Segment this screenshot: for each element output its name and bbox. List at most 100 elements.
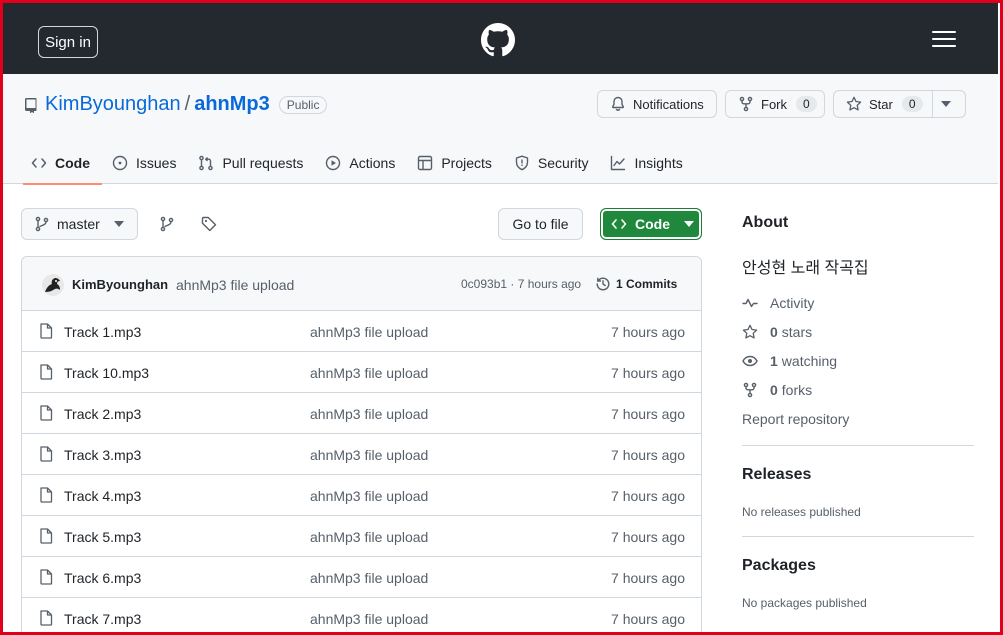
commit-message-link[interactable]: ahnMp3 file upload xyxy=(176,277,294,293)
fork-button[interactable]: Fork 0 xyxy=(725,90,825,118)
menu-hamburger-icon[interactable] xyxy=(932,31,956,49)
github-logo-icon[interactable] xyxy=(481,23,515,57)
file-commit-message-link[interactable]: ahnMp3 file upload xyxy=(310,488,428,504)
go-to-file-button[interactable]: Go to file xyxy=(498,208,583,240)
notifications-button[interactable]: Notifications xyxy=(597,90,717,118)
history-icon xyxy=(596,277,610,291)
pulse-icon xyxy=(742,298,758,308)
code-icon xyxy=(611,219,627,229)
tab-pull-requests[interactable]: Pull requests xyxy=(190,142,315,184)
table-row[interactable]: Track 2.mp3 ahnMp3 file upload 7 hours ago xyxy=(22,393,701,434)
tab-actions[interactable]: Actions xyxy=(317,142,407,184)
code-dropdown-button[interactable]: Code xyxy=(600,208,702,240)
report-repository-link[interactable]: Report repository xyxy=(742,411,849,427)
commits-count-label: 1 Commits xyxy=(616,277,678,291)
file-icon xyxy=(40,610,53,626)
avatar[interactable] xyxy=(42,274,64,296)
file-name-link[interactable]: Track 10.mp3 xyxy=(64,365,149,381)
commit-author-link[interactable]: KimByounghan xyxy=(72,277,168,292)
star-button[interactable]: Star 0 xyxy=(833,90,966,118)
repo-description: 안성현 노래 작곡집 xyxy=(742,260,869,277)
file-icon xyxy=(40,487,53,503)
file-name-link[interactable]: Track 7.mp3 xyxy=(64,611,141,627)
table-row[interactable]: Track 7.mp3 ahnMp3 file upload 7 hours ago xyxy=(22,598,701,634)
file-commit-message-link[interactable]: ahnMp3 file upload xyxy=(310,611,428,627)
releases-title[interactable]: Releases xyxy=(742,466,811,484)
packages-empty-text: No packages published xyxy=(742,596,867,610)
file-name-link[interactable]: Track 1.mp3 xyxy=(64,324,141,340)
repository-header: KimByounghan / ahnMp3 Public Notificatio… xyxy=(3,74,998,185)
repo-nav-tabs: Code Issues Pull requests Actions Projec… xyxy=(23,142,697,185)
table-row[interactable]: Track 3.mp3 ahnMp3 file upload 7 hours ago xyxy=(22,434,701,475)
file-commit-time: 7 hours ago xyxy=(611,447,685,463)
repo-name-link[interactable]: ahnMp3 xyxy=(194,93,270,116)
commit-hash-time[interactable]: 0c093b1 · 7 hours ago xyxy=(461,277,581,291)
watchers-link[interactable]: 1 watching xyxy=(742,353,837,369)
tab-code-label: Code xyxy=(55,155,90,171)
stars-link[interactable]: 0 stars xyxy=(742,324,812,340)
visibility-badge: Public xyxy=(278,95,328,114)
notifications-label: Notifications xyxy=(633,96,704,112)
branches-icon[interactable] xyxy=(159,216,175,232)
branch-selector[interactable]: master xyxy=(21,208,138,240)
file-icon xyxy=(40,364,53,380)
play-icon xyxy=(326,155,341,171)
repo-title: KimByounghan / ahnMp3 Public xyxy=(45,93,328,116)
sign-in-button[interactable]: Sign in xyxy=(38,26,98,58)
forks-label: forks xyxy=(781,382,813,398)
star-label: Star xyxy=(869,96,893,112)
table-row[interactable]: Track 5.mp3 ahnMp3 file upload 7 hours ago xyxy=(22,516,701,557)
latest-commit-row: KimByounghan ahnMp3 file upload 0c093b1 … xyxy=(22,257,701,311)
file-name-link[interactable]: Track 2.mp3 xyxy=(64,406,141,422)
file-name-link[interactable]: Track 4.mp3 xyxy=(64,488,141,504)
watching-label: watching xyxy=(781,353,838,369)
code-button-label: Code xyxy=(635,216,670,232)
tab-code[interactable]: Code xyxy=(23,142,102,185)
table-row[interactable]: Track 1.mp3 ahnMp3 file upload 7 hours ago xyxy=(22,311,701,352)
tab-security[interactable]: Security xyxy=(506,142,601,184)
issue-icon xyxy=(112,155,128,171)
file-icon xyxy=(40,446,53,462)
file-name-link[interactable]: Track 5.mp3 xyxy=(64,529,141,545)
activity-link[interactable]: Activity xyxy=(742,295,814,311)
tab-security-label: Security xyxy=(537,155,589,171)
file-icon xyxy=(40,405,53,421)
tab-projects-label: Projects xyxy=(441,155,492,171)
tab-actions-label: Actions xyxy=(349,155,396,171)
file-commit-message-link[interactable]: ahnMp3 file upload xyxy=(310,447,428,463)
file-icon xyxy=(40,569,53,585)
tab-issues-label: Issues xyxy=(136,155,177,171)
tab-insights[interactable]: Insights xyxy=(602,142,694,184)
forks-link[interactable]: 0 forks xyxy=(742,382,812,398)
file-commit-message-link[interactable]: ahnMp3 file upload xyxy=(310,324,428,340)
file-commit-message-link[interactable]: ahnMp3 file upload xyxy=(310,406,428,422)
packages-title[interactable]: Packages xyxy=(742,557,816,575)
tag-icon[interactable] xyxy=(201,216,217,232)
table-icon xyxy=(418,155,433,171)
commits-history-link[interactable]: 1 Commits xyxy=(595,276,677,292)
tab-issues[interactable]: Issues xyxy=(104,142,188,184)
file-icon xyxy=(40,323,53,339)
activity-label: Activity xyxy=(770,295,815,311)
tab-projects[interactable]: Projects xyxy=(409,142,504,184)
file-name-link[interactable]: Track 6.mp3 xyxy=(64,570,141,586)
file-commit-message-link[interactable]: ahnMp3 file upload xyxy=(310,365,428,381)
graph-icon xyxy=(611,155,626,171)
about-title: About xyxy=(742,214,789,231)
file-name-link[interactable]: Track 3.mp3 xyxy=(64,447,141,463)
repo-owner-link[interactable]: KimByounghan xyxy=(45,93,181,116)
table-row[interactable]: Track 4.mp3 ahnMp3 file upload 7 hours ago xyxy=(22,475,701,516)
repo-title-separator: / xyxy=(184,93,191,115)
sidebar-divider xyxy=(742,445,974,446)
star-dropdown-toggle[interactable] xyxy=(932,91,965,117)
file-rows: Track 1.mp3 ahnMp3 file upload 7 hours ago… xyxy=(22,311,701,634)
top-header: Sign in xyxy=(3,3,998,74)
file-commit-message-link[interactable]: ahnMp3 file upload xyxy=(310,570,428,586)
table-row[interactable]: Track 6.mp3 ahnMp3 file upload 7 hours ago xyxy=(22,557,701,598)
stars-count: 0 xyxy=(770,324,778,340)
bell-icon xyxy=(611,96,625,111)
fork-label: Fork xyxy=(761,96,787,112)
table-row[interactable]: Track 10.mp3 ahnMp3 file upload 7 hours ag… xyxy=(22,352,701,393)
file-commit-message-link[interactable]: ahnMp3 file upload xyxy=(310,529,428,545)
forks-count: 0 xyxy=(770,382,778,398)
